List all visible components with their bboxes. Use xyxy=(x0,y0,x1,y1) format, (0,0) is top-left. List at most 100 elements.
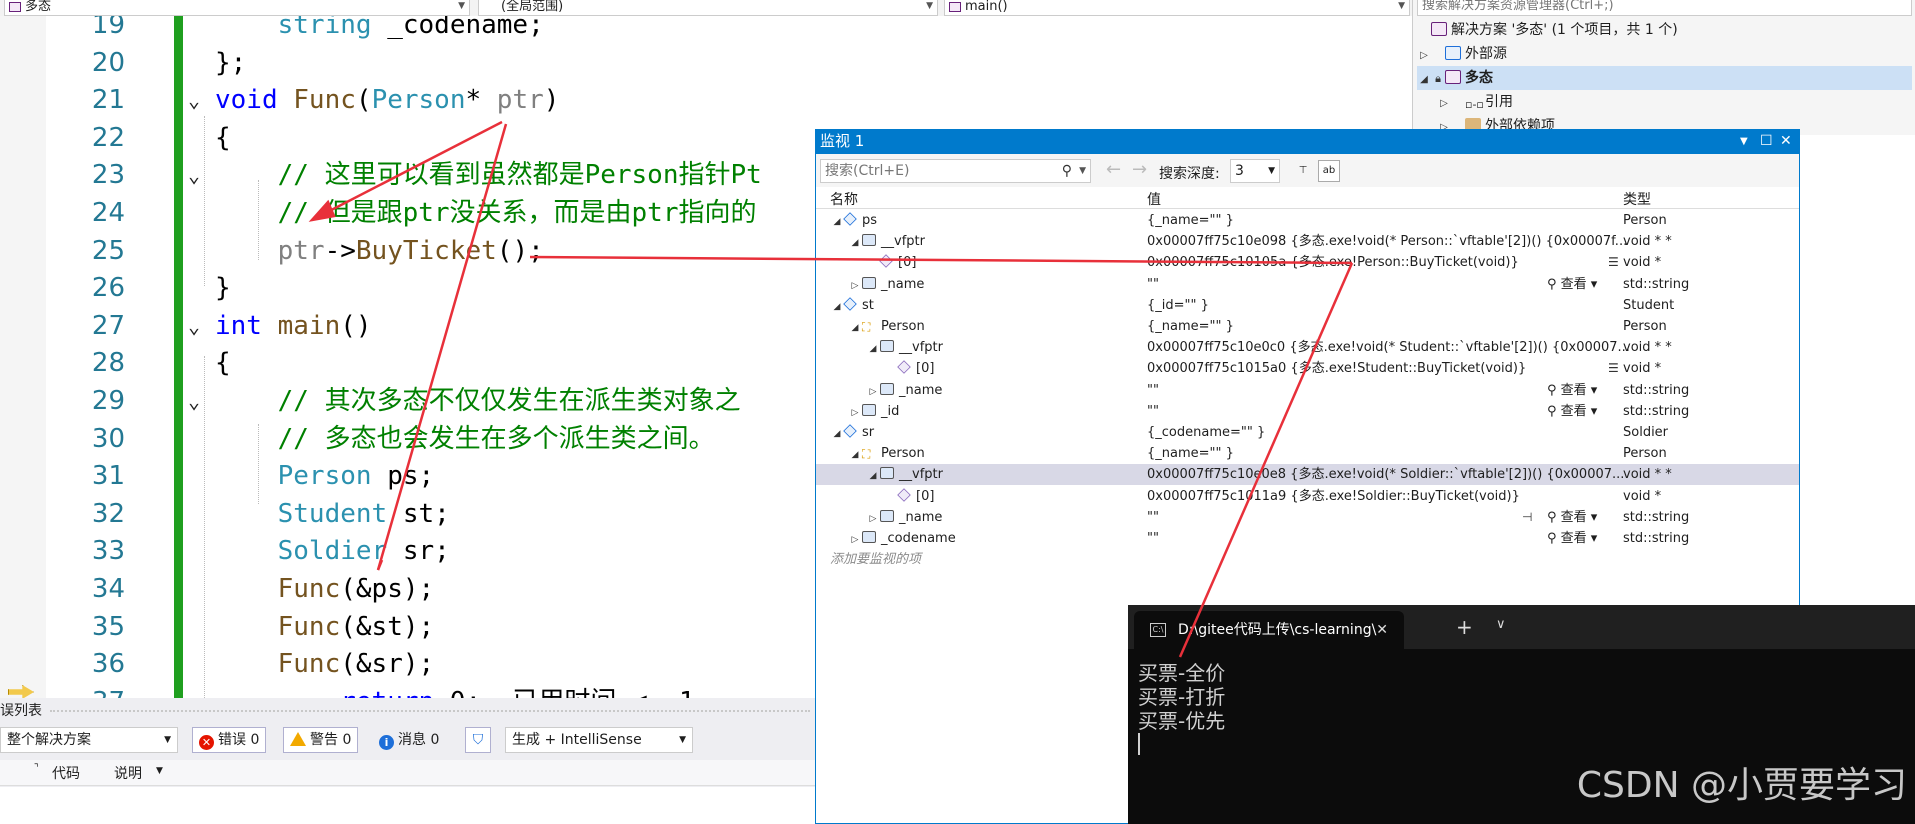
search-depth-dropdown[interactable]: 3 ▼ xyxy=(1230,159,1280,183)
view-dropdown[interactable]: ⚲ 查看 ▾ xyxy=(1547,528,1597,549)
terminal-tab[interactable]: C:\ D:\gitee代码上传\cs-learning\ ✕ xyxy=(1134,611,1404,649)
member-dropdown[interactable]: main() ▼ xyxy=(944,0,1410,16)
watch-value[interactable]: {_name="" } xyxy=(1147,210,1632,231)
watch-value[interactable]: 0x00007ff75c10e098 {多态.exe!void(* Person… xyxy=(1147,231,1632,252)
chevron-down-icon[interactable]: ▼ xyxy=(1079,160,1086,182)
watch-row[interactable]: ◢ sr {_codename="" } Soldier xyxy=(816,422,1799,445)
close-icon[interactable]: ✕ xyxy=(1780,130,1792,152)
forward-arrow-icon[interactable]: → xyxy=(1132,159,1147,180)
warnings-filter-button[interactable]: 警告 0 xyxy=(283,727,359,753)
watch-row[interactable]: [0] 0x00007ff75c1011a9 {多态.exe!Soldier::B… xyxy=(816,486,1799,507)
new-tab-icon[interactable]: + xyxy=(1456,615,1473,639)
code-line[interactable]: 24 // 但是跟ptr没关系，而是由ptr指向的 xyxy=(0,194,815,232)
code-column-header[interactable]: 代码 xyxy=(52,763,80,783)
watch-row[interactable]: ▷ _name "" ⚲ 查看 ▾ std::string xyxy=(816,274,1799,297)
type-column-header[interactable]: 类型 xyxy=(1623,189,1651,209)
pin-icon[interactable]: ⊣ xyxy=(1522,507,1532,528)
watch-value[interactable]: {_name="" } xyxy=(1147,443,1632,464)
watch-row[interactable]: ◢ __vfptr 0x00007ff75c10e0e8 {多态.exe!void(… xyxy=(816,464,1799,487)
code-line[interactable]: 25 ptr->BuyTicket(); xyxy=(0,232,815,270)
watch-row[interactable]: ◢ __vfptr 0x00007ff75c10e0c0 {多态.exe!void(… xyxy=(816,337,1799,360)
fold-toggle-icon[interactable]: ⌄ xyxy=(188,382,200,420)
watch-value[interactable]: {_id="" } xyxy=(1147,295,1632,316)
solution-node[interactable]: 解决方案 '多态' (1 个项目，共 1 个) xyxy=(1417,18,1912,42)
code-line[interactable]: 21 ⌄ void Func(Person* ptr) xyxy=(0,81,815,119)
watch-row[interactable]: ◢ ⛶ Person {_name="" } Person xyxy=(816,443,1799,466)
project-node[interactable]: ◢ 🔒︎ 多态 xyxy=(1417,66,1912,90)
solution-search-input[interactable]: 搜索解决方案资源管理器(Ctrl+;) xyxy=(1417,0,1912,16)
watch-row[interactable]: ◢ ps {_name="" } Person xyxy=(816,210,1799,233)
scope-dropdown[interactable]: (全局范围) ▼ xyxy=(478,0,938,16)
watch-row[interactable]: ◢ ⛶ Person {_name="" } Person xyxy=(816,316,1799,339)
code-line[interactable]: 26} xyxy=(0,269,815,307)
watch-row[interactable]: ◢ st {_id="" } Student xyxy=(816,295,1799,316)
collapse-icon[interactable]: ◢ xyxy=(830,424,844,445)
watch-row[interactable]: ▷ _name "" ⊣ ⚲ 查看 ▾ std::string xyxy=(816,507,1799,528)
project-dropdown[interactable]: 多态 ▼ xyxy=(4,0,470,16)
expand-icon[interactable]: ▷ xyxy=(1417,44,1431,68)
watch-value[interactable]: {_name="" } xyxy=(1147,316,1632,337)
collapse-icon[interactable]: ◢ xyxy=(866,339,880,360)
pin-icon[interactable]: ⊤ xyxy=(1292,160,1314,182)
code-line[interactable]: 28 { xyxy=(0,344,815,382)
watch-value[interactable]: 0x00007ff75c1011a9 {多态.exe!Soldier::BuyT… xyxy=(1147,486,1632,507)
close-icon[interactable]: ✕ xyxy=(1376,611,1388,649)
watch-row[interactable]: [0] 0x00007ff75c1015a0 {多态.exe!Student::B… xyxy=(816,358,1799,379)
errors-filter-button[interactable]: ✕ 错误 0 xyxy=(192,727,267,753)
view-dropdown[interactable]: ⚲ 查看 ▾ xyxy=(1547,380,1597,401)
references-node[interactable]: ▷ ▫-▫引用 xyxy=(1437,90,1915,114)
code-line[interactable]: 36 Func(&sr); xyxy=(0,645,815,683)
fold-toggle-icon[interactable]: ⌄ xyxy=(188,81,200,119)
expand-icon[interactable]: ▷ xyxy=(866,382,880,403)
watch-row[interactable]: ▷ _codename "" ⚲ 查看 ▾ std::string xyxy=(816,528,1799,551)
build-filter-dropdown[interactable]: 生成 + IntelliSense ▼ xyxy=(505,727,693,753)
code-line[interactable]: 19 string _codename; xyxy=(0,16,815,44)
code-line[interactable]: 32 Student st; xyxy=(0,495,815,533)
filter-toggle-button[interactable]: ⛉ xyxy=(465,727,491,753)
messages-filter-button[interactable]: i 消息 0 xyxy=(372,727,446,753)
view-dropdown[interactable]: ⚲ 查看 ▾ xyxy=(1547,401,1597,422)
expand-icon[interactable]: ▷ xyxy=(848,403,862,424)
collapse-icon[interactable]: ◢ xyxy=(1417,68,1431,92)
scope-dropdown[interactable]: 整个解决方案 ▼ xyxy=(0,727,178,753)
search-icon[interactable]: ⚲ xyxy=(1062,160,1072,182)
back-arrow-icon[interactable]: ← xyxy=(1106,159,1121,180)
expand-icon[interactable]: ▷ xyxy=(848,530,862,551)
visualizer-icon[interactable]: ☰ xyxy=(1608,252,1619,273)
chevron-down-icon[interactable]: ▼ xyxy=(156,766,163,776)
collapse-icon[interactable]: ◢ xyxy=(848,445,862,466)
description-column-header[interactable]: 说明 xyxy=(114,763,142,783)
visualizer-icon[interactable]: ☰ xyxy=(1608,358,1619,379)
collapse-icon[interactable]: ◢ xyxy=(848,318,862,339)
code-line[interactable]: 35 Func(&st); xyxy=(0,608,815,646)
code-line[interactable]: 27 ⌄ int main() xyxy=(0,307,815,345)
view-dropdown[interactable]: ⚲ 查看 ▾ xyxy=(1547,507,1597,528)
panel-grip[interactable] xyxy=(50,710,810,712)
code-line[interactable]: 23 ⌄ // 这里可以看到虽然都是Person指针Pt xyxy=(0,156,815,194)
code-line[interactable]: 20}; xyxy=(0,44,815,82)
window-dropdown-icon[interactable]: ▼ xyxy=(1740,131,1748,153)
collapse-icon[interactable]: ◢ xyxy=(848,233,862,254)
watch-row[interactable]: [0] 0x00007ff75c10105a {多态.exe!Person::Bu… xyxy=(816,252,1799,273)
code-line[interactable]: 22 { xyxy=(0,119,815,157)
external-deps-node[interactable]: ▷ 外部源 xyxy=(1417,42,1912,66)
code-line[interactable]: 34 Func(&ps); xyxy=(0,570,815,608)
collapse-icon[interactable]: ◢ xyxy=(830,212,844,233)
chevron-down-icon[interactable]: ∨ xyxy=(1496,617,1506,632)
collapse-icon[interactable]: ◢ xyxy=(866,466,880,487)
code-editor[interactable]: 19 string _codename; 20}; 21 ⌄ void Func(Per… xyxy=(0,16,815,698)
watch-title-bar[interactable]: 监视 1 ▼ ☐ ✕ xyxy=(816,130,1799,154)
value-column-header[interactable]: 值 xyxy=(1147,189,1161,209)
fold-toggle-icon[interactable]: ⌄ xyxy=(188,156,200,194)
expand-icon[interactable]: ▷ xyxy=(848,276,862,297)
watch-value[interactable]: 0x00007ff75c10e0c0 {多态.exe!void(* Studen… xyxy=(1147,337,1632,358)
watch-row[interactable]: ▷ _id "" ⚲ 查看 ▾ std::string xyxy=(816,401,1799,424)
maximize-icon[interactable]: ☐ xyxy=(1760,130,1773,152)
add-watch-row[interactable]: 添加要监视的项 xyxy=(816,549,1799,570)
watch-row[interactable]: ◢ __vfptr 0x00007ff75c10e098 {多态.exe!void(… xyxy=(816,231,1799,254)
name-column-header[interactable]: 名称 xyxy=(830,189,858,209)
watch-search-input[interactable]: 搜索(Ctrl+E) ⚲ ▼ xyxy=(820,159,1091,183)
hex-display-icon[interactable]: ab xyxy=(1318,160,1340,182)
watch-row[interactable]: ▷ _name "" ⚲ 查看 ▾ std::string xyxy=(816,380,1799,403)
code-line[interactable]: 29 ⌄ // 其次多态不仅仅发生在派生类对象之 xyxy=(0,382,815,420)
